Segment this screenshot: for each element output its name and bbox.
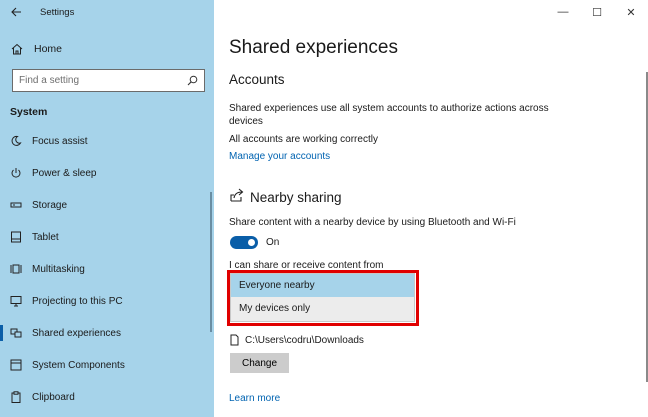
back-arrow-icon xyxy=(10,7,21,17)
nearby-share-icon xyxy=(230,188,246,205)
section-label: System xyxy=(10,106,48,118)
sidebar-item-system-components[interactable]: System Components xyxy=(0,349,214,381)
close-button[interactable]: ✕ xyxy=(614,0,648,24)
sidebar-item-label: Projecting to this PC xyxy=(32,295,123,307)
sidebar-item-projecting[interactable]: Projecting to this PC xyxy=(0,285,214,317)
sidebar-item-multitasking[interactable]: Multitasking xyxy=(0,253,214,285)
search-placeholder: Find a setting xyxy=(19,75,80,86)
file-icon xyxy=(230,334,239,346)
sidebar-item-label: Tablet xyxy=(32,231,59,243)
minimize-button[interactable]: — xyxy=(546,0,580,24)
accounts-heading: Accounts xyxy=(229,72,285,87)
home-label: Home xyxy=(34,43,63,55)
maximize-button[interactable]: ☐ xyxy=(580,0,614,24)
accounts-description-line2: devices xyxy=(229,116,263,127)
projector-icon xyxy=(0,295,32,307)
app-title: Settings xyxy=(40,6,75,18)
sidebar-item-label: Focus assist xyxy=(32,135,88,147)
nearby-description: Share content with a nearby device by us… xyxy=(229,217,516,228)
storage-icon xyxy=(0,200,32,210)
sidebar-item-label: Power & sleep xyxy=(32,167,97,179)
sidebar-item-tablet[interactable]: Tablet xyxy=(0,221,214,253)
sidebar-item-storage[interactable]: Storage xyxy=(0,189,214,221)
tablet-icon xyxy=(0,231,32,243)
sidebar-item-power-sleep[interactable]: Power & sleep xyxy=(0,157,214,189)
multitasking-icon xyxy=(0,263,32,275)
title-bar: Settings xyxy=(0,0,214,24)
manage-accounts-link[interactable]: Manage your accounts xyxy=(229,151,330,162)
home-icon xyxy=(0,43,34,55)
nav-list: Focus assist Power & sleep Storage Table… xyxy=(0,125,214,413)
sidebar-item-label: System Components xyxy=(32,359,125,371)
sidebar-item-label: Storage xyxy=(32,199,68,211)
download-folder-path: C:\Users\codru\Downloads xyxy=(245,334,364,346)
nearby-sharing-toggle[interactable] xyxy=(230,236,258,249)
learn-more-link[interactable]: Learn more xyxy=(229,393,280,404)
toggle-state-label: On xyxy=(266,237,280,248)
clipboard-icon xyxy=(0,391,32,403)
components-icon xyxy=(0,359,32,371)
moon-icon xyxy=(0,135,32,147)
home-nav-item[interactable]: Home xyxy=(0,38,214,60)
sidebar-item-focus-assist[interactable]: Focus assist xyxy=(0,125,214,157)
power-icon xyxy=(0,167,32,179)
main-content: — ☐ ✕ Shared experiences Accounts Shared… xyxy=(214,0,648,417)
nearby-sharing-heading: Nearby sharing xyxy=(250,190,342,205)
download-location-row: C:\Users\codru\Downloads xyxy=(230,334,364,346)
back-button[interactable] xyxy=(0,0,32,24)
sidebar-item-shared-experiences[interactable]: Shared experiences xyxy=(0,317,214,349)
window-controls: — ☐ ✕ xyxy=(546,0,648,24)
sidebar-item-clipboard[interactable]: Clipboard xyxy=(0,381,214,413)
sidebar-item-label: Clipboard xyxy=(32,391,75,403)
sidebar: Settings Home Find a setting System Focu… xyxy=(0,0,214,417)
page-title: Shared experiences xyxy=(229,37,398,58)
sidebar-item-label: Multitasking xyxy=(32,263,85,275)
shared-icon xyxy=(0,327,32,339)
red-highlight-box xyxy=(227,270,419,326)
search-input[interactable]: Find a setting xyxy=(12,69,205,92)
accounts-status: All accounts are working correctly xyxy=(229,134,378,145)
search-icon xyxy=(187,75,198,86)
change-folder-button[interactable]: Change xyxy=(230,353,289,373)
sidebar-scrollbar[interactable] xyxy=(210,192,212,332)
sidebar-item-label: Shared experiences xyxy=(32,327,121,339)
accounts-description-line1: Shared experiences use all system accoun… xyxy=(229,103,549,114)
